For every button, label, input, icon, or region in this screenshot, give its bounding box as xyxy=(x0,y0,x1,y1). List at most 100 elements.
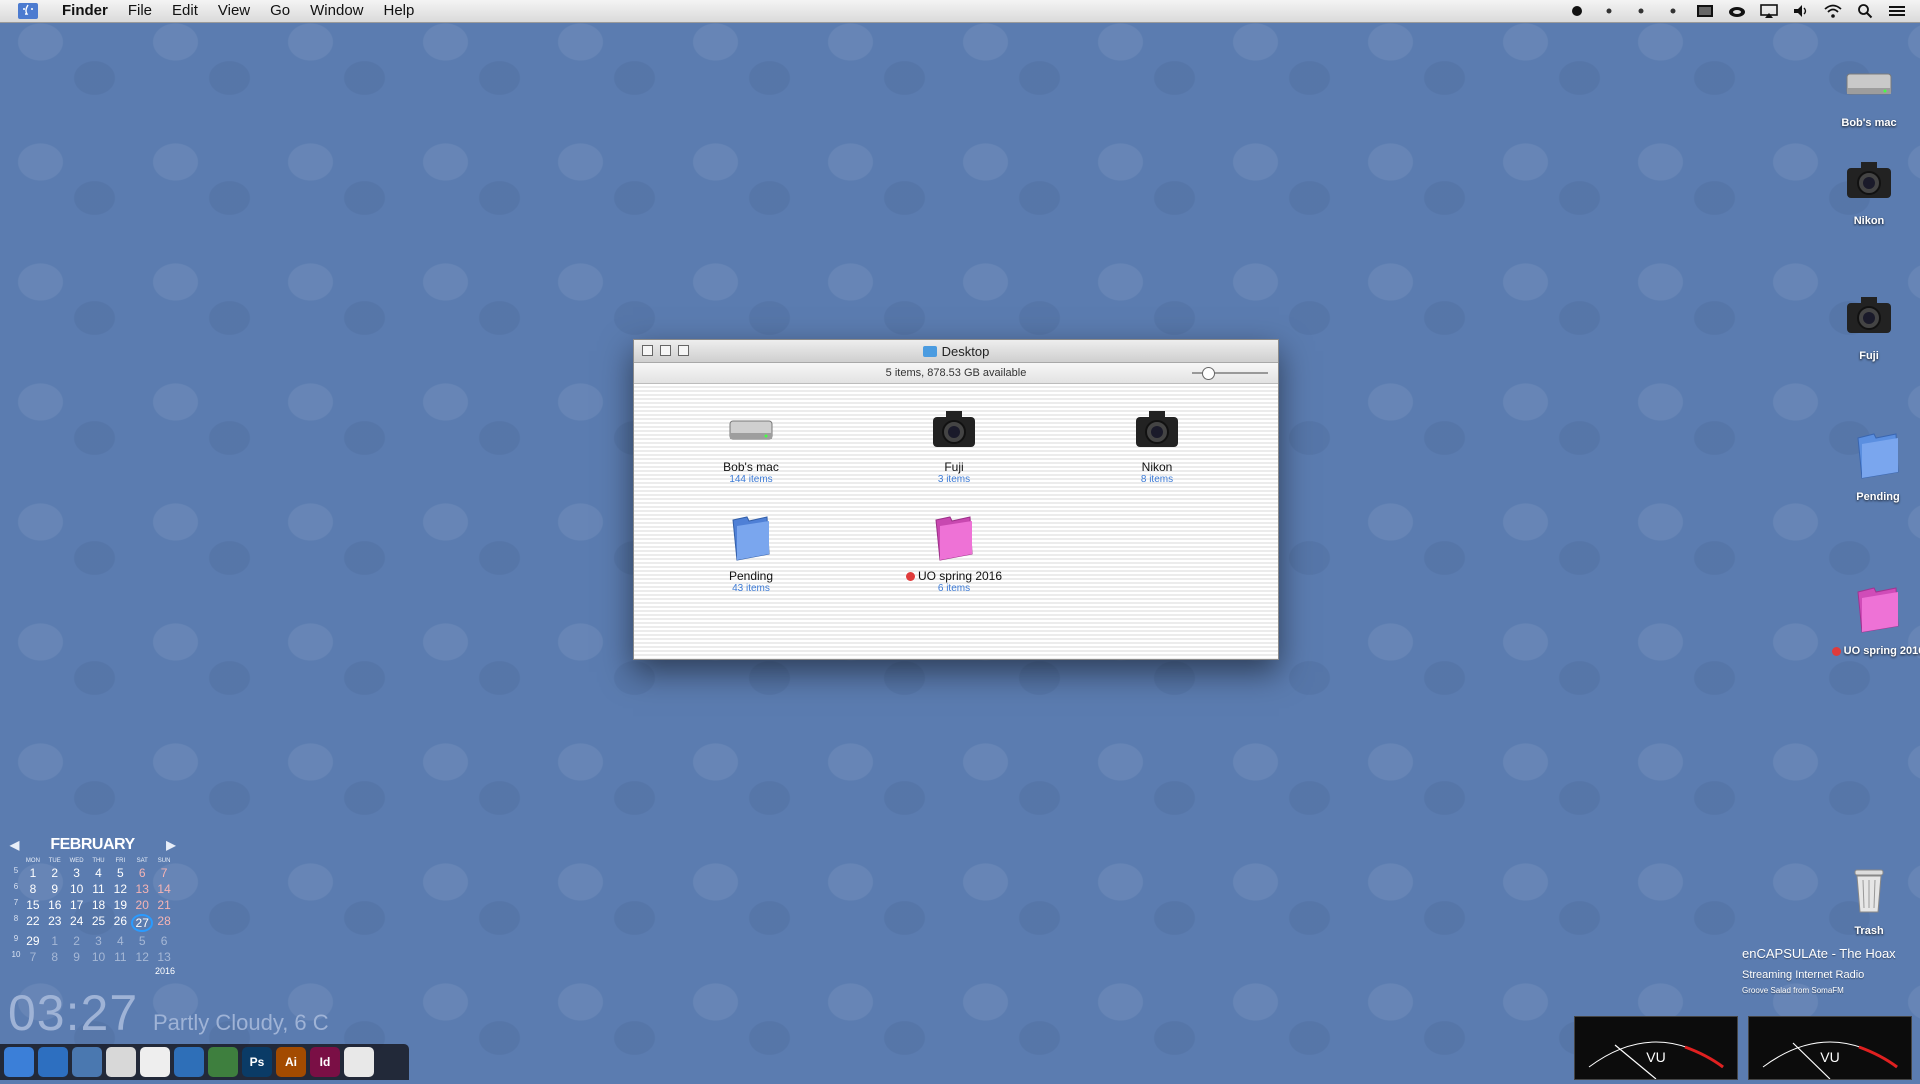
prev-month-icon[interactable]: ◀ xyxy=(10,838,19,852)
status-dot-icon[interactable] xyxy=(1600,3,1618,19)
calendar-day[interactable]: 6 xyxy=(153,934,175,948)
calendar-day[interactable]: 22 xyxy=(22,914,44,932)
display-icon[interactable] xyxy=(1696,3,1714,19)
minimize-button[interactable] xyxy=(660,345,671,356)
calendar-day[interactable]: 8 xyxy=(22,882,44,896)
finder-icon[interactable] xyxy=(4,1047,34,1077)
airplay-icon[interactable] xyxy=(1760,3,1778,19)
photoshop-icon[interactable]: Ps xyxy=(242,1047,272,1077)
slider-knob[interactable] xyxy=(1202,367,1215,380)
wifi-icon[interactable] xyxy=(1824,3,1842,19)
menu-go[interactable]: Go xyxy=(260,0,300,22)
calendar-day[interactable]: 1 xyxy=(22,866,44,880)
calendar-day[interactable]: 19 xyxy=(109,898,131,912)
calendar-day[interactable]: 6 xyxy=(131,866,153,880)
app-store-icon[interactable] xyxy=(344,1047,374,1077)
calendar-week-number: 9 xyxy=(13,934,19,943)
cloud-icon[interactable] xyxy=(1728,3,1746,19)
window-title: Desktop xyxy=(941,343,990,359)
status-dot-icon[interactable] xyxy=(1568,3,1586,19)
menu-window[interactable]: Window xyxy=(300,0,373,22)
wunderlist-icon[interactable] xyxy=(174,1047,204,1077)
window-titlebar[interactable]: Desktop xyxy=(634,340,1278,363)
icon-size-slider[interactable] xyxy=(1192,367,1268,380)
indesign-icon[interactable]: Id xyxy=(310,1047,340,1077)
desktop-icon-nikon[interactable]: Nikon xyxy=(1819,152,1919,227)
menu-app-finder[interactable]: Finder xyxy=(52,0,118,22)
calendar-day[interactable]: 25 xyxy=(88,914,110,932)
calendar-day[interactable]: 18 xyxy=(88,898,110,912)
calendar-day[interactable]: 28 xyxy=(153,914,175,932)
calendar-month: FEBRUARY xyxy=(50,836,135,853)
vu-label: VU xyxy=(1820,1049,1839,1065)
calendar-day[interactable]: 26 xyxy=(109,914,131,932)
spotlight-icon[interactable] xyxy=(1856,3,1874,19)
calendar-day[interactable]: 15 xyxy=(22,898,44,912)
menu-file[interactable]: File xyxy=(118,0,162,22)
calendar-day[interactable]: 13 xyxy=(131,882,153,896)
calendar-day[interactable]: 21 xyxy=(153,898,175,912)
item-fuji[interactable]: Fuji 3 items xyxy=(884,405,1024,485)
close-button[interactable] xyxy=(642,345,653,356)
calendar-day[interactable]: 10 xyxy=(66,882,88,896)
status-dot-icon[interactable] xyxy=(1664,3,1682,19)
dock: Ps Ai Id xyxy=(0,1044,409,1080)
calendar-day[interactable]: 7 xyxy=(22,950,44,964)
calendar-day[interactable]: 2 xyxy=(66,934,88,948)
calendar-day[interactable]: 27 xyxy=(131,914,154,932)
calendar-day[interactable]: 10 xyxy=(88,950,110,964)
calendar-day[interactable]: 9 xyxy=(44,882,66,896)
calendar-day[interactable]: 12 xyxy=(109,882,131,896)
status-dot-icon[interactable] xyxy=(1632,3,1650,19)
dreamweaver-icon[interactable] xyxy=(208,1047,238,1077)
calendar-day[interactable]: 16 xyxy=(44,898,66,912)
desktop-icon-pending[interactable]: Pending xyxy=(1828,428,1920,503)
calendar-day[interactable]: 5 xyxy=(131,934,153,948)
calendar-day[interactable]: 17 xyxy=(66,898,88,912)
textedit-icon[interactable] xyxy=(140,1047,170,1077)
calendar-day[interactable]: 23 xyxy=(44,914,66,932)
calendar-grid: MON TUE WED THU FRI SAT SUN 5 1 2 3 4 5 6 7 6 8 9 10 11 12 13… xyxy=(10,858,175,964)
calendar-day[interactable]: 9 xyxy=(66,950,88,964)
calendar-day[interactable]: 29 xyxy=(22,934,44,948)
calendar-day[interactable]: 4 xyxy=(109,934,131,948)
item-nikon[interactable]: Nikon 8 items xyxy=(1087,405,1227,485)
desktop-icon-uo-spring-2016[interactable]: UO spring 2016 xyxy=(1828,582,1920,657)
calendar-day[interactable]: 13 xyxy=(153,950,175,964)
calendar-day[interactable]: 24 xyxy=(66,914,88,932)
calendar-day[interactable]: 3 xyxy=(66,866,88,880)
desktop-icon-trash[interactable]: Trash xyxy=(1819,862,1919,937)
safari-icon[interactable] xyxy=(38,1047,68,1077)
calendar-day[interactable]: 8 xyxy=(44,950,66,964)
item-pending[interactable]: Pending 43 items xyxy=(681,514,821,594)
itunes-icon[interactable] xyxy=(106,1047,136,1077)
zoom-button[interactable] xyxy=(678,345,689,356)
item-uo-spring-2016[interactable]: UO spring 2016 6 items xyxy=(884,514,1024,594)
desktop-icon-bobs-mac[interactable]: Bob's mac xyxy=(1819,54,1919,129)
calendar-day[interactable]: 3 xyxy=(88,934,110,948)
item-bobs-mac[interactable]: Bob's mac 144 items xyxy=(681,405,821,485)
calendar-day[interactable]: 11 xyxy=(109,950,131,964)
calendar-day[interactable]: 4 xyxy=(88,866,110,880)
calendar-day[interactable]: 2 xyxy=(44,866,66,880)
volume-icon[interactable] xyxy=(1792,3,1810,19)
desktop-icon-fuji[interactable]: Fuji xyxy=(1819,287,1919,362)
window-buttons xyxy=(642,345,689,356)
notification-list-icon[interactable] xyxy=(1888,3,1906,19)
calendar-day[interactable]: 1 xyxy=(44,934,66,948)
calendar-day[interactable]: 7 xyxy=(153,866,175,880)
calendar-day[interactable]: 14 xyxy=(153,882,175,896)
calendar-day[interactable]: 11 xyxy=(88,882,110,896)
calendar-day[interactable]: 20 xyxy=(131,898,153,912)
menu-view[interactable]: View xyxy=(208,0,260,22)
preview-icon[interactable] xyxy=(72,1047,102,1077)
menu-help[interactable]: Help xyxy=(374,0,425,22)
radio-station: Streaming Internet Radio xyxy=(1742,969,1865,981)
apple-menu-icon[interactable] xyxy=(16,2,40,20)
illustrator-icon[interactable]: Ai xyxy=(276,1047,306,1077)
calendar-day[interactable]: 5 xyxy=(109,866,131,880)
menu-edit[interactable]: Edit xyxy=(162,0,208,22)
next-month-icon[interactable]: ▶ xyxy=(166,838,175,852)
calendar-day[interactable]: 12 xyxy=(131,950,153,964)
window-status-bar: 5 items, 878.53 GB available xyxy=(634,363,1278,384)
